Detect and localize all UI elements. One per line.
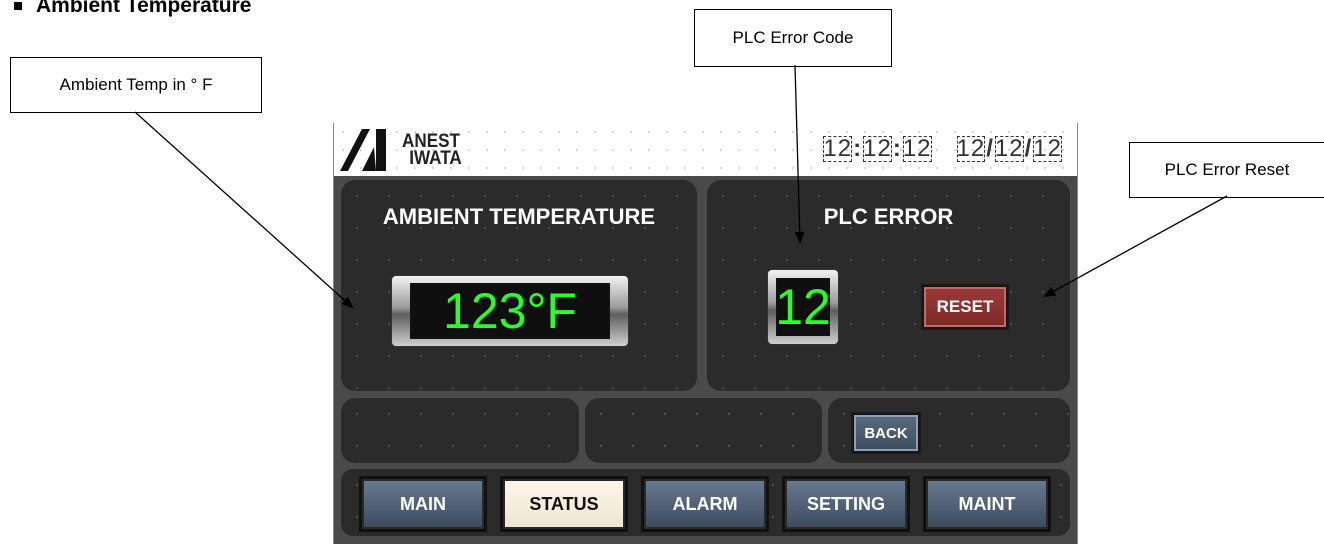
nav-status-button[interactable]: STATUS bbox=[502, 478, 626, 530]
anest-iwata-logo: ANEST IWATA bbox=[340, 129, 468, 171]
bullet-icon bbox=[14, 2, 22, 10]
callout-plc-error-code: PLC Error Code bbox=[694, 9, 892, 67]
plc-error-panel: PLC ERROR bbox=[707, 180, 1070, 391]
page-heading-text: Ambient Temperature bbox=[36, 0, 252, 17]
time-minute: 12 bbox=[863, 135, 892, 162]
ambient-temperature-title: AMBIENT TEMPERATURE bbox=[382, 204, 656, 229]
date-time-display: 12:12:12 12/12/12 bbox=[822, 135, 1063, 163]
hmi-header: ANEST IWATA 12:12:12 12/12/12 bbox=[334, 123, 1077, 176]
time-hour: 12 bbox=[823, 135, 853, 162]
time-separator: : bbox=[892, 135, 902, 162]
nav-maint-button[interactable]: MAINT bbox=[925, 478, 1049, 530]
logo-mark-icon bbox=[340, 129, 386, 171]
nav-setting-button[interactable]: SETTING bbox=[784, 478, 908, 530]
blank-panel-2 bbox=[585, 398, 822, 463]
time-separator: : bbox=[853, 135, 863, 162]
plc-error-code-display: 12 bbox=[768, 270, 838, 344]
back-button[interactable]: BACK bbox=[853, 414, 919, 452]
ambient-temperature-display: 123°F bbox=[392, 276, 628, 346]
logo-line-2: IWATA bbox=[409, 148, 462, 169]
plc-error-reset-button[interactable]: RESET bbox=[923, 286, 1007, 328]
blank-panel-1 bbox=[341, 398, 579, 463]
arrow-ambient bbox=[134, 111, 354, 309]
nav-alarm-button[interactable]: ALARM bbox=[643, 478, 767, 530]
plc-error-code-value: 12 bbox=[775, 279, 831, 335]
date-separator: / bbox=[986, 135, 994, 162]
callout-ambient-temp: Ambient Temp in ° F bbox=[10, 57, 262, 113]
page-heading: Ambient Temperature bbox=[0, 0, 252, 18]
ambient-temperature-value: 123°F bbox=[443, 283, 577, 339]
date-separator: / bbox=[1024, 135, 1033, 162]
callout-plc-error-reset: PLC Error Reset bbox=[1129, 142, 1324, 198]
date-part-3: 12 bbox=[1033, 135, 1063, 162]
date-part-1: 12 bbox=[956, 135, 986, 162]
nav-main-button[interactable]: MAIN bbox=[361, 478, 485, 530]
plc-error-title: PLC ERROR bbox=[823, 204, 954, 229]
hmi-screen: ANEST IWATA 12:12:12 12/12/12 AMBIENT TE… bbox=[333, 123, 1078, 544]
time-second: 12 bbox=[902, 135, 932, 162]
date-part-2: 12 bbox=[994, 135, 1024, 162]
